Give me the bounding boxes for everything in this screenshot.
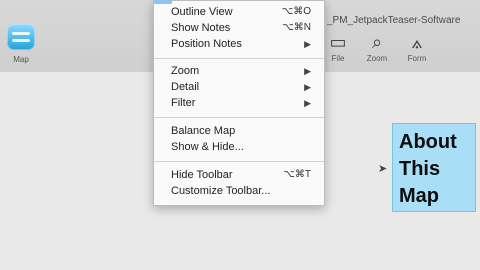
form-tool-label: Form [407,54,427,63]
zoom-icon: ⌕ [371,32,383,52]
menu-item-outline-view[interactable]: Outline View ⌥⌘O [171,4,319,20]
file-tool-label: File [331,54,345,63]
note-line-map: Map [399,185,439,207]
note-line-about: About [399,131,457,153]
file-tool-button[interactable]: ▭ File [328,33,348,71]
menu-item-show-hide[interactable]: Show & Hide... [171,139,319,155]
submenu-arrow-icon: ▶ [304,82,311,92]
menu-item-label: Zoom [171,65,200,77]
menu-item-position-notes[interactable]: Position Notes ▶ [171,36,319,52]
map-tool-label: Map [13,55,29,64]
menu-divider [154,117,324,118]
menu-item-label: Show Notes [171,22,231,34]
app-window: _PM_JetpackTeaser-Software Map ▭ File ⌕ … [0,0,480,270]
about-this-map-note[interactable]: About This Map [392,123,476,212]
menu-item-shortcut: ⌥⌘O [281,6,311,17]
zoom-tool-label: Zoom [366,54,388,63]
menu-item-label: Hide Toolbar [171,169,233,181]
menu-divider [154,58,324,59]
menu-item-customize-toolbar[interactable]: Customize Toolbar... [171,183,319,199]
menu-item-label: Balance Map [171,125,236,137]
note-line-this: This [399,158,441,180]
menu-item-hide-toolbar[interactable]: Hide Toolbar ⌥⌘T [171,167,319,183]
connector-arrow-icon: ➤ [378,163,388,175]
map-view-icon [7,24,35,50]
window-title: _PM_JetpackTeaser-Software [327,15,461,26]
menu-item-show-notes[interactable]: Show Notes ⌥⌘N [171,20,319,36]
menu-item-label: Position Notes [171,38,242,50]
menu-item-label: Customize Toolbar... [171,185,271,197]
menu-item-label: Show & Hide... [171,141,244,153]
menu-item-zoom[interactable]: Zoom ▶ [171,63,319,79]
view-menu-dropdown: Outline View ⌥⌘O Show Notes ⌥⌘N Position… [153,0,325,206]
menu-item-shortcut: ⌥⌘T [283,169,311,180]
menu-item-detail[interactable]: Detail ▶ [171,79,319,95]
submenu-arrow-icon: ▶ [304,66,311,76]
menu-highlight [154,0,172,4]
menu-item-balance-map[interactable]: Balance Map [171,123,319,139]
menu-item-label: Filter [171,97,196,109]
form-tool-button[interactable]: ⟑ Form [402,33,432,71]
map-tool-button[interactable]: Map [0,24,54,70]
menu-item-filter[interactable]: Filter ▶ [171,95,319,111]
menu-item-label: Detail [171,81,200,93]
menu-divider [154,161,324,162]
menu-item-shortcut: ⌥⌘N [282,22,311,33]
submenu-arrow-icon: ▶ [304,39,311,49]
menu-item-label: Outline View [171,6,233,18]
zoom-tool-button[interactable]: ⌕ Zoom [358,33,396,71]
form-icon: ⟑ [411,32,423,52]
submenu-arrow-icon: ▶ [304,98,311,108]
file-icon: ▭ [329,32,347,52]
